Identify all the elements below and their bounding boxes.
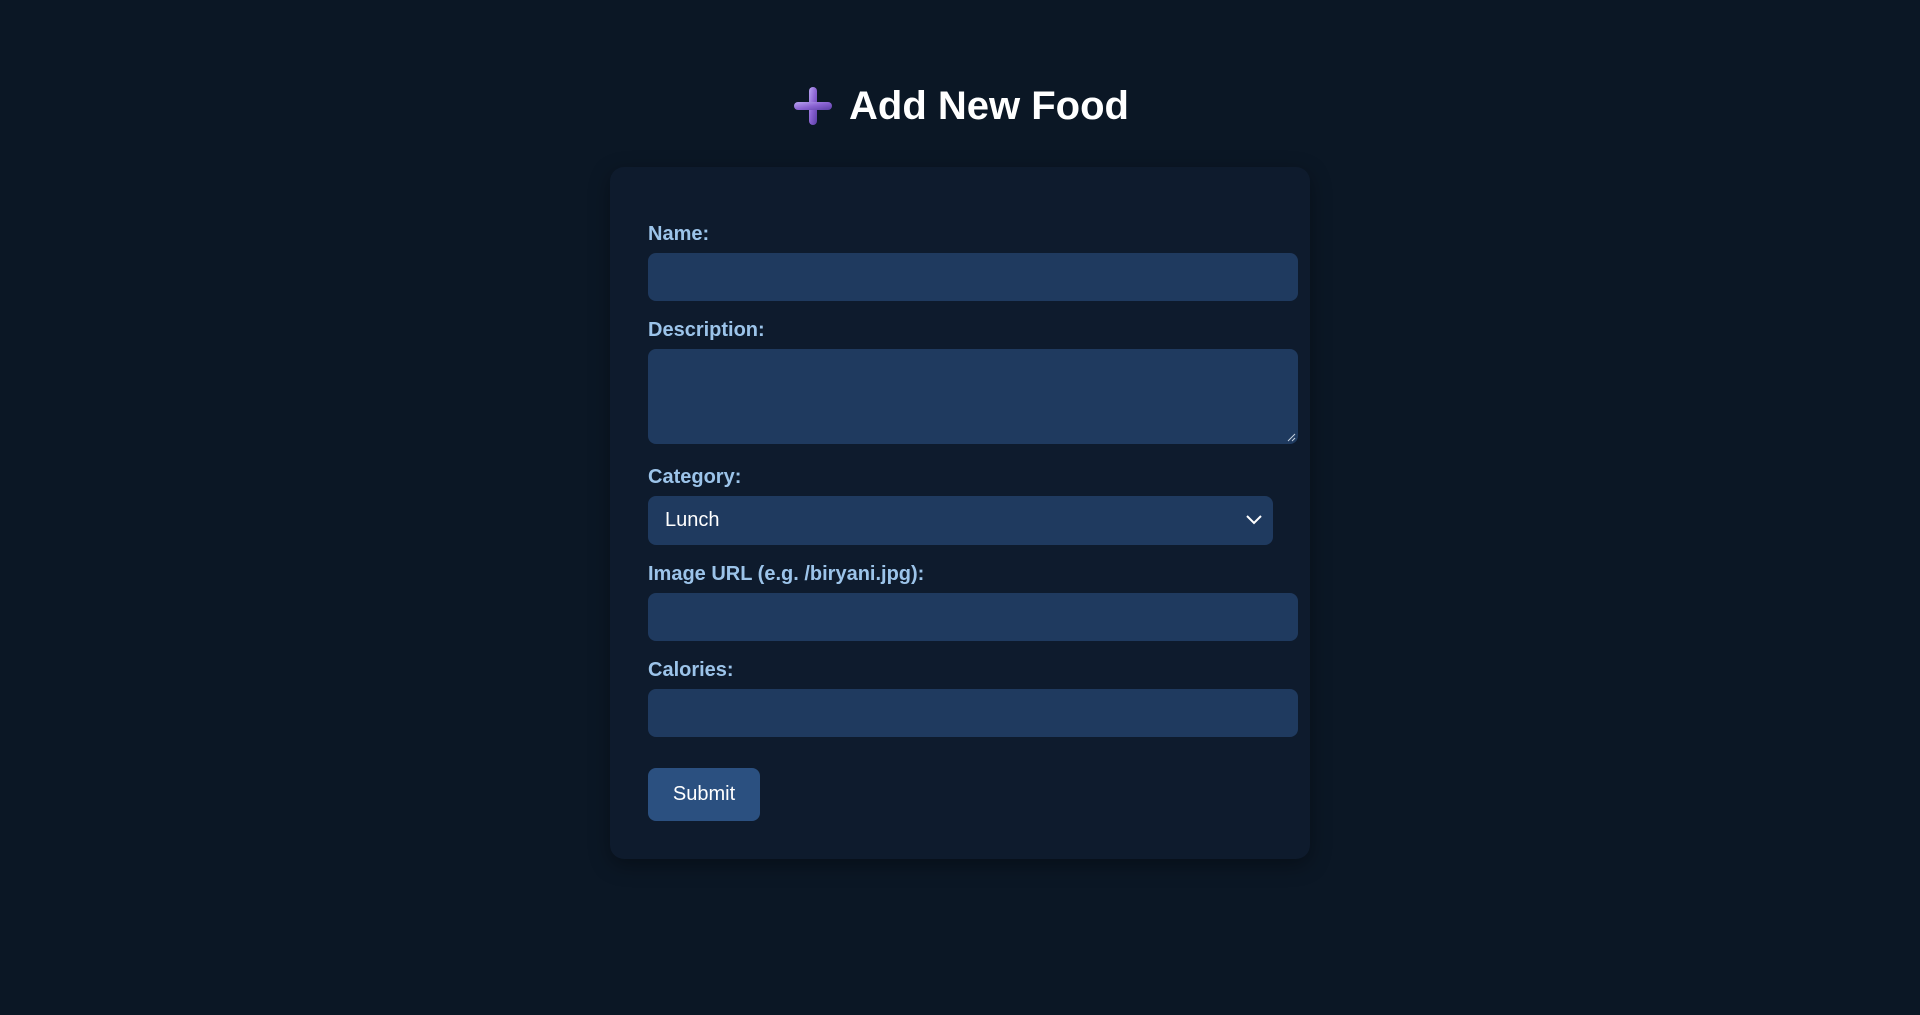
plus-icon bbox=[794, 87, 833, 125]
category-selected-value: Lunch bbox=[665, 509, 720, 531]
add-food-form: Name: Description: Category: Lunch Image… bbox=[610, 167, 1310, 859]
calories-label: Calories: bbox=[648, 659, 734, 681]
name-input[interactable] bbox=[648, 253, 1298, 301]
page-header: Add New Food bbox=[0, 80, 1920, 132]
submit-button[interactable]: Submit bbox=[648, 768, 760, 821]
name-label: Name: bbox=[648, 223, 710, 245]
description-label: Description: bbox=[648, 319, 765, 341]
chevron-down-icon bbox=[1246, 515, 1262, 525]
resize-grip-icon[interactable] bbox=[1286, 432, 1296, 442]
category-select[interactable]: Lunch bbox=[648, 496, 1273, 545]
page-title: Add New Food bbox=[849, 84, 1129, 128]
image-url-label: Image URL (e.g. /biryani.jpg): bbox=[648, 563, 925, 585]
image-url-input[interactable] bbox=[648, 593, 1298, 641]
category-label: Category: bbox=[648, 466, 742, 488]
calories-input[interactable] bbox=[648, 689, 1298, 737]
description-textarea[interactable] bbox=[648, 349, 1298, 444]
page: Add New Food Name: Description: Category… bbox=[0, 0, 1920, 1015]
